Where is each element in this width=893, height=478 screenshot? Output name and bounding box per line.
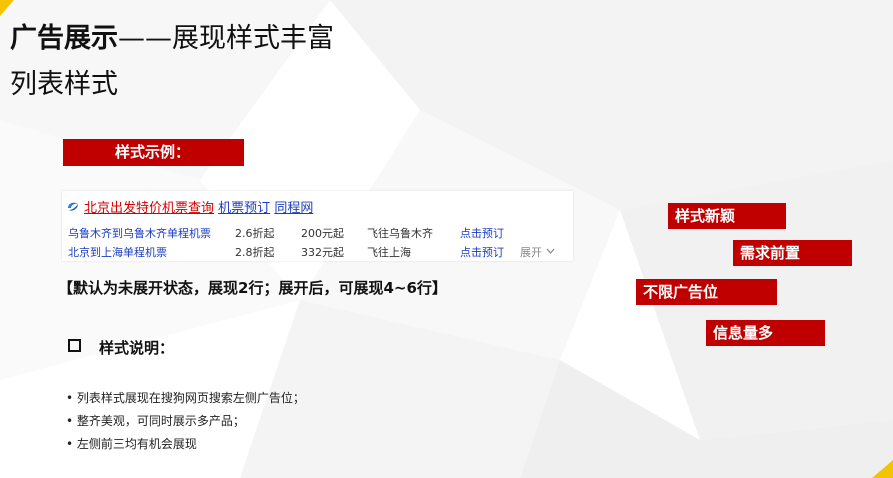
- ad-row-dest: 飞往上海: [367, 246, 411, 259]
- ad-row-price: 332元起: [301, 246, 344, 259]
- page-subtitle: 列表样式: [10, 69, 118, 100]
- expand-label: 展开: [520, 246, 542, 259]
- ad-row-name[interactable]: 北京到上海单程机票: [68, 246, 167, 259]
- ad-row-dest: 飞往乌鲁木齐: [367, 227, 433, 240]
- description-heading: 样式说明：: [68, 337, 174, 358]
- ad-row-price: 200元起: [301, 227, 344, 240]
- feature-tag: 样式新颖: [668, 203, 786, 229]
- page-title-rest: ——展现样式丰富: [118, 23, 334, 54]
- ad-row-discount: 2.6折起: [235, 227, 275, 240]
- description-bullet: • 左侧前三均有机会展现: [66, 437, 197, 451]
- square-bullet-icon: [68, 339, 81, 352]
- feature-tag: 信息量多: [706, 320, 825, 346]
- feature-tag: 不限广告位: [636, 279, 777, 305]
- expand-toggle[interactable]: 展开: [520, 244, 555, 260]
- ad-preview: 北京出发特价机票查询 机票预订 同程网 乌鲁木齐到乌鲁木齐单程机票 2.6折起 …: [62, 191, 573, 261]
- ad-row: 乌鲁木齐到乌鲁木齐单程机票: [68, 225, 211, 241]
- tongcheng-logo-icon: [68, 202, 78, 211]
- ad-title[interactable]: 北京出发特价机票查询 机票预订 同程网: [84, 197, 313, 216]
- page-title-bold: 广告展示: [10, 23, 118, 54]
- description-heading-text: 样式说明：: [99, 339, 175, 357]
- description-bullet: • 整齐美观，可同时展示多产品；: [66, 414, 245, 428]
- ad-title-link-site[interactable]: 同程网: [274, 201, 313, 216]
- feature-tag: 需求前置: [733, 240, 852, 266]
- ad-title-link-booking[interactable]: 机票预订: [218, 201, 270, 216]
- ad-row-book-link[interactable]: 点击预订: [460, 227, 504, 240]
- ad-row-name[interactable]: 乌鲁木齐到乌鲁木齐单程机票: [68, 227, 211, 240]
- page-title: 广告展示——展现样式丰富: [10, 16, 334, 55]
- ad-row-book-link[interactable]: 点击预订: [460, 246, 504, 259]
- chevron-down-icon: [546, 248, 554, 254]
- ad-row: 北京到上海单程机票: [68, 244, 167, 260]
- example-label-bar: 样式示例：: [63, 139, 244, 166]
- default-state-note: 【默认为未展开状态，展现2行；展开后，可展现4~6行】: [58, 279, 447, 297]
- description-bullet: • 列表样式展现在搜狗网页搜索左侧广告位；: [66, 391, 305, 405]
- ad-row-discount: 2.8折起: [235, 246, 275, 259]
- ad-title-red-link[interactable]: 北京出发特价机票查询: [84, 201, 214, 216]
